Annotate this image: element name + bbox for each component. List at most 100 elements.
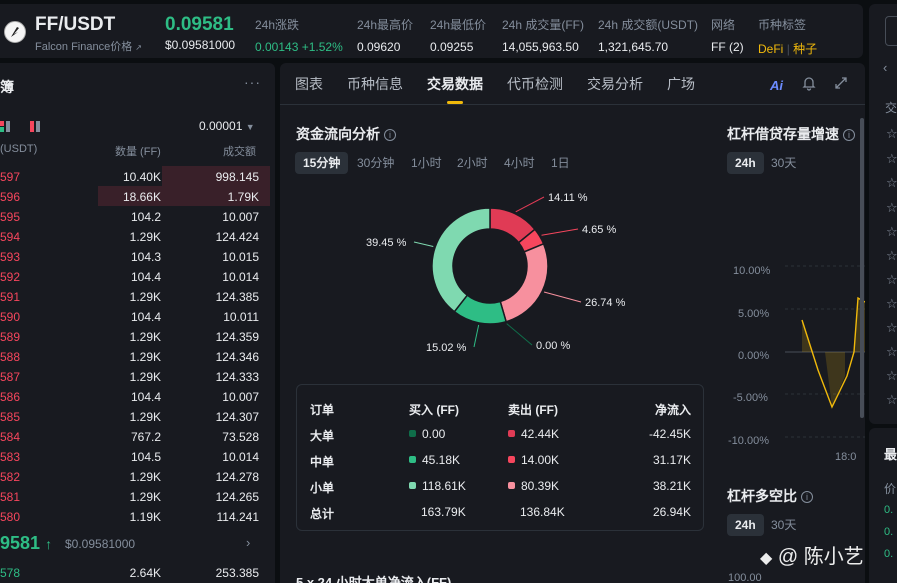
period-2h[interactable]: 2小时 bbox=[457, 152, 488, 174]
tick-size-select[interactable]: 0.00001 ▼ bbox=[199, 119, 255, 133]
star-icon[interactable]: ☆ bbox=[886, 126, 897, 142]
right-panel-edge: ‹ 交 ☆ ☆ ☆ ☆ ☆ ☆ ☆ ☆ ☆ ☆ ☆ ☆ bbox=[869, 4, 897, 424]
ai-button[interactable]: Ai bbox=[770, 78, 783, 93]
sell-value: 42.44K bbox=[521, 427, 560, 441]
ask-row[interactable]: 589 1.29K 124.359 bbox=[0, 326, 270, 346]
period-15m[interactable]: 15分钟 bbox=[295, 152, 349, 174]
lev-period-30d[interactable]: 30天 bbox=[771, 152, 796, 174]
chevron-left-icon[interactable]: ‹ bbox=[883, 60, 887, 75]
ask-amount: 10.007 bbox=[222, 210, 259, 224]
slice-label: 4.65 % bbox=[582, 224, 616, 236]
star-icon[interactable]: ☆ bbox=[886, 320, 897, 336]
star-icon[interactable]: ☆ bbox=[886, 224, 897, 240]
ask-row[interactable]: 597 10.40K 998.145 bbox=[0, 166, 270, 186]
stat-24h-change: 24h涨跌 0.00143 +1.52% bbox=[255, 18, 343, 54]
ask-amount: 124.333 bbox=[215, 370, 259, 384]
tab-coin-info[interactable]: 币种信息 bbox=[347, 74, 403, 94]
star-icon[interactable]: ☆ bbox=[886, 272, 897, 288]
bid-amount: 253.385 bbox=[215, 566, 259, 580]
bid-qty: 2.64K bbox=[129, 566, 161, 580]
star-icon[interactable]: ☆ bbox=[886, 344, 897, 360]
ask-row[interactable]: 582 1.29K 124.278 bbox=[0, 466, 270, 486]
token-full-name[interactable]: Falcon Finance价格 ↗ bbox=[35, 38, 142, 54]
ask-row[interactable]: 585 1.29K 124.307 bbox=[0, 406, 270, 426]
sell-value: 14.00K bbox=[521, 453, 560, 467]
tab-trade-analysis[interactable]: 交易分析 bbox=[587, 74, 643, 94]
period-1h[interactable]: 1小时 bbox=[411, 152, 442, 174]
ask-row[interactable]: 580 1.19K 114.241 bbox=[0, 506, 270, 526]
chevron-right-icon[interactable]: › bbox=[246, 535, 250, 550]
stat-24h-volume: 24h 成交量(FF) 14,055,963.50 bbox=[502, 18, 585, 54]
ask-price: 584 bbox=[0, 430, 21, 444]
pair-name[interactable]: FF/USDT bbox=[35, 14, 115, 36]
ask-qty: 1.19K bbox=[129, 510, 161, 524]
ls-period-24h[interactable]: 24h bbox=[727, 514, 764, 536]
ask-qty: 1.29K bbox=[129, 230, 161, 244]
tab-square[interactable]: 广场 bbox=[667, 74, 695, 94]
ask-qty: 104.4 bbox=[130, 390, 161, 404]
tag-defi[interactable]: DeFi bbox=[758, 42, 783, 56]
ask-row[interactable]: 588 1.29K 124.346 bbox=[0, 346, 270, 366]
expand-icon[interactable] bbox=[833, 75, 849, 96]
ask-amount: 114.241 bbox=[216, 510, 260, 524]
ask-row[interactable]: 586 104.4 10.007 bbox=[0, 386, 270, 406]
star-icon[interactable]: ☆ bbox=[886, 392, 897, 408]
ask-row[interactable]: 592 104.4 10.014 bbox=[0, 266, 270, 286]
donut-slice[interactable] bbox=[431, 207, 491, 313]
arrow-up-icon: ↑ bbox=[45, 536, 53, 552]
star-icon[interactable]: ☆ bbox=[886, 296, 897, 312]
ask-row[interactable]: 584 767.2 73.528 bbox=[0, 426, 270, 446]
ask-amount: 124.424 bbox=[215, 230, 259, 244]
ls-period-30d[interactable]: 30天 bbox=[771, 514, 796, 536]
star-icon[interactable]: ☆ bbox=[886, 368, 897, 384]
ask-amount: 124.385 bbox=[215, 290, 259, 304]
star-icon[interactable]: ☆ bbox=[886, 200, 897, 216]
tab-trade-data[interactable]: 交易数据 bbox=[427, 74, 483, 94]
ask-row[interactable]: 591 1.29K 124.385 bbox=[0, 286, 270, 306]
info-icon[interactable]: i bbox=[384, 129, 396, 141]
scrollbar[interactable] bbox=[860, 118, 864, 418]
right-panel-label: 交 bbox=[885, 101, 897, 115]
ask-row[interactable]: 593 104.3 10.015 bbox=[0, 246, 270, 266]
ask-price: 581 bbox=[0, 490, 21, 504]
stat-token-tags[interactable]: 币种标签 DeFi | 种子 bbox=[758, 16, 817, 57]
ask-row[interactable]: 587 1.29K 124.333 bbox=[0, 366, 270, 386]
tab-chart[interactable]: 图表 bbox=[295, 74, 323, 94]
ask-row[interactable]: 581 1.29K 124.265 bbox=[0, 486, 270, 506]
active-tab-indicator bbox=[447, 101, 463, 104]
stat-network[interactable]: 网络 FF (2) bbox=[711, 16, 744, 54]
period-1d[interactable]: 1日 bbox=[551, 152, 570, 174]
ask-row[interactable]: 596 18.66K 1.79K bbox=[0, 186, 270, 206]
bell-icon[interactable] bbox=[801, 75, 817, 96]
lev-period-24h[interactable]: 24h bbox=[727, 152, 764, 174]
ask-row[interactable]: 594 1.29K 124.424 bbox=[0, 226, 270, 246]
star-icon[interactable]: ☆ bbox=[886, 248, 897, 264]
period-4h[interactable]: 4小时 bbox=[504, 152, 535, 174]
ask-qty: 104.4 bbox=[130, 310, 161, 324]
donut-slice[interactable] bbox=[499, 242, 549, 323]
ask-amount: 10.014 bbox=[222, 270, 259, 284]
col-price-header: (USDT) bbox=[0, 143, 38, 155]
layout-asks-icon[interactable] bbox=[30, 121, 40, 132]
layout-both-icon[interactable] bbox=[0, 121, 10, 132]
star-icon[interactable]: ☆ bbox=[886, 175, 897, 191]
ask-amount: 998.145 bbox=[215, 170, 259, 184]
period-30m[interactable]: 30分钟 bbox=[357, 152, 394, 174]
star-icon[interactable]: ☆ bbox=[886, 151, 897, 167]
bid-price: 578 bbox=[0, 566, 21, 580]
leverage-panel: 杠杆借贷存量增速 i 24h 30天 10.00% 5.00% 0.00% -5.… bbox=[720, 118, 865, 583]
search-box[interactable] bbox=[885, 16, 897, 46]
info-icon[interactable]: i bbox=[843, 129, 855, 141]
tag-seed[interactable]: 种子 bbox=[793, 42, 817, 56]
ask-row[interactable]: 590 104.4 10.011 bbox=[0, 306, 270, 326]
mid-price: 9581 ↑ bbox=[0, 533, 53, 553]
y-tick: 5.00% bbox=[738, 308, 770, 320]
bid-row[interactable]: 578 2.64K 253.385 bbox=[0, 562, 270, 582]
info-icon[interactable]: i bbox=[801, 491, 813, 503]
ask-qty: 104.2 bbox=[130, 210, 161, 224]
tab-token-check[interactable]: 代币检测 bbox=[507, 74, 563, 94]
ask-row[interactable]: 595 104.2 10.007 bbox=[0, 206, 270, 226]
leverage-title: 杠杆借贷存量增速 i bbox=[727, 124, 855, 144]
more-options-icon[interactable]: ··· bbox=[244, 74, 261, 90]
ask-row[interactable]: 583 104.5 10.014 bbox=[0, 446, 270, 466]
